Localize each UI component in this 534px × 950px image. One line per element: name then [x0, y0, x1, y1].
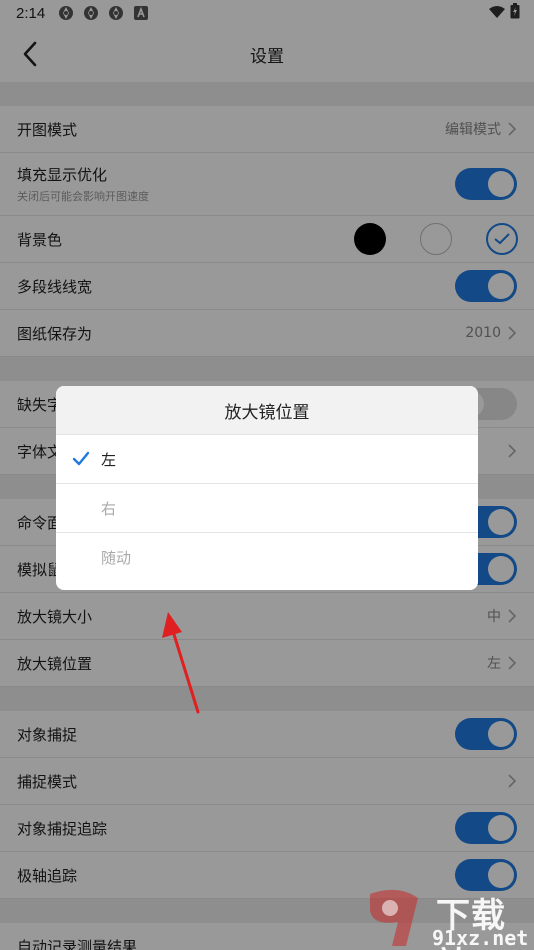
option-follow[interactable]: 随动 [56, 532, 478, 581]
watermark-91-icon [370, 889, 418, 946]
check-icon [72, 451, 90, 466]
dialog-title: 放大镜位置 [56, 386, 478, 434]
option-label: 左 [101, 450, 117, 469]
watermark-text-bottom: 91xz.net [432, 926, 529, 950]
option-label: 随动 [101, 548, 132, 567]
watermark-logo: 下载站 91xz.net [362, 888, 534, 950]
magnifier-position-dialog: 放大镜位置 左 右 随动 [56, 386, 478, 590]
option-left[interactable]: 左 [56, 434, 478, 483]
option-label: 右 [101, 499, 117, 518]
option-right[interactable]: 右 [56, 483, 478, 532]
